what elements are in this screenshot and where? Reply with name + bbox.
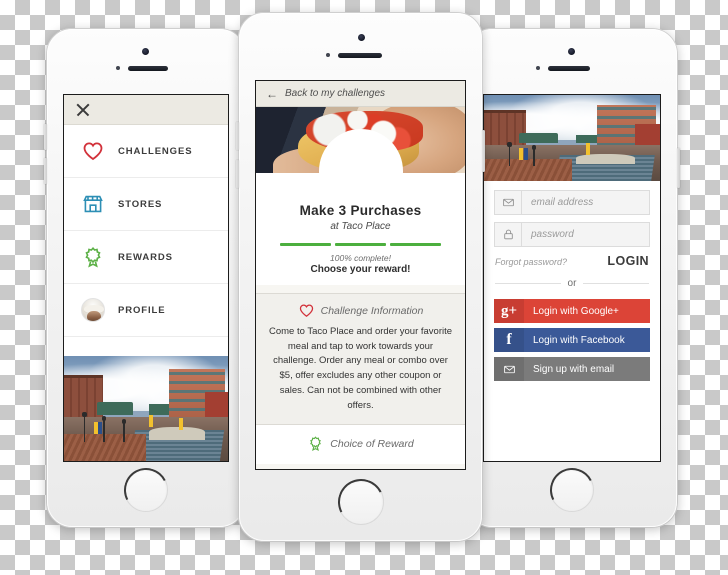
divider-line-left	[495, 283, 561, 284]
sidebar-item-challenges[interactable]: CHALLENGES	[64, 125, 228, 178]
volume-up-button[interactable]	[44, 124, 47, 150]
close-icon[interactable]	[75, 102, 91, 118]
challenge-hero-photo: TacoTime	[256, 107, 465, 173]
sidebar-item-rewards[interactable]: REWARDS	[64, 231, 228, 284]
progress-segment	[280, 243, 331, 246]
badge-icon	[81, 245, 105, 269]
progress-segment	[335, 243, 386, 246]
center-screen: ← Back to my challenges Make 3 Purchases…	[255, 80, 466, 470]
challenge-information-section: Challenge Information Come to Taco Place…	[256, 293, 465, 426]
earpiece-speaker	[128, 66, 168, 71]
menu-header	[64, 95, 228, 125]
divider-line-right	[583, 283, 649, 284]
choose-reward-label[interactable]: Choose your reward!	[266, 264, 455, 275]
challenge-information-heading: Challenge Information	[268, 302, 453, 319]
google-plus-icon: g+	[494, 299, 524, 323]
badge-icon	[307, 435, 324, 452]
sidebar-item-stores[interactable]: STORES	[64, 178, 228, 231]
left-screen: CHALLENGES STORES REWARDS PROFILE	[63, 94, 229, 462]
sidebar-item-label: STORES	[118, 198, 163, 210]
progress-segment	[390, 243, 441, 246]
password-field[interactable]: password	[494, 222, 650, 247]
home-button[interactable]	[124, 468, 168, 512]
earpiece-speaker	[338, 53, 382, 58]
email-field[interactable]: email address	[494, 190, 650, 215]
back-nav-bar[interactable]: ← Back to my challenges	[256, 81, 465, 107]
sidebar-item-label: CHALLENGES	[118, 145, 193, 157]
sidebar-item-profile[interactable]: PROFILE	[64, 284, 228, 337]
city-canal-photo	[484, 95, 660, 181]
sidebar-item-label: REWARDS	[118, 251, 173, 263]
home-button[interactable]	[550, 468, 594, 512]
phone-device-left: CHALLENGES STORES REWARDS PROFILE	[44, 28, 246, 528]
envelope-icon	[495, 191, 522, 214]
city-canal-photo	[64, 356, 228, 461]
front-camera	[358, 34, 365, 41]
lock-icon	[495, 223, 522, 246]
front-camera	[568, 48, 575, 55]
proximity-sensor	[116, 66, 120, 70]
facebook-login-button[interactable]: f Login with Facebook	[494, 328, 650, 352]
forgot-password-link[interactable]: Forgot password?	[495, 257, 567, 267]
phone-device-center: ← Back to my challenges Make 3 Purchases…	[236, 12, 485, 542]
challenge-information-title: Challenge Information	[320, 304, 424, 317]
power-button[interactable]	[677, 148, 680, 188]
front-camera	[142, 48, 149, 55]
challenge-summary: Make 3 Purchases at Taco Place 100% comp…	[256, 173, 465, 285]
avatar	[81, 298, 105, 322]
facebook-login-label: Login with Facebook	[533, 334, 625, 346]
volume-up-button[interactable]	[236, 122, 239, 150]
email-signup-button[interactable]: Sign up with email	[494, 357, 650, 381]
password-field-value: password	[531, 229, 574, 240]
challenge-store-subtitle: at Taco Place	[330, 221, 391, 232]
email-field-value: email address	[531, 197, 594, 208]
phone-device-right: email address password Forgot password? …	[466, 28, 680, 528]
back-nav-label: Back to my challenges	[285, 88, 386, 99]
divider-label: or	[567, 278, 577, 289]
heart-icon	[81, 139, 105, 163]
home-button[interactable]	[338, 479, 384, 525]
progress-bar	[280, 243, 441, 246]
proximity-sensor	[326, 53, 330, 57]
heart-icon	[298, 302, 315, 319]
earpiece-speaker	[548, 66, 590, 71]
screenshot-stage: CHALLENGES STORES REWARDS PROFILE email …	[0, 0, 728, 575]
divider-or: or	[495, 278, 649, 289]
envelope-icon	[494, 357, 524, 381]
facebook-icon: f	[494, 328, 524, 352]
google-plus-login-label: Login with Google+	[533, 305, 619, 317]
progress-percent-label: 100% complete!	[330, 253, 391, 263]
choice-of-reward-section[interactable]: Choice of Reward	[256, 425, 465, 465]
volume-down-button[interactable]	[44, 158, 47, 184]
page-title: Make 3 Purchases	[299, 203, 422, 218]
right-screen: email address password Forgot password? …	[483, 94, 661, 462]
challenge-information-body: Come to Taco Place and order your favori…	[268, 326, 453, 411]
proximity-sensor	[536, 66, 540, 70]
email-signup-label: Sign up with email	[533, 363, 615, 375]
choice-of-reward-label: Choice of Reward	[330, 437, 414, 450]
volume-down-button[interactable]	[236, 160, 239, 188]
sidebar-item-label: PROFILE	[118, 304, 166, 316]
login-form: email address password Forgot password? …	[484, 181, 660, 381]
power-button[interactable]	[482, 130, 485, 172]
forgot-login-row: Forgot password? LOGIN	[495, 254, 649, 268]
back-arrow-icon: ←	[266, 86, 278, 101]
login-button[interactable]: LOGIN	[607, 254, 649, 268]
store-icon	[81, 192, 105, 216]
google-plus-login-button[interactable]: g+ Login with Google+	[494, 299, 650, 323]
